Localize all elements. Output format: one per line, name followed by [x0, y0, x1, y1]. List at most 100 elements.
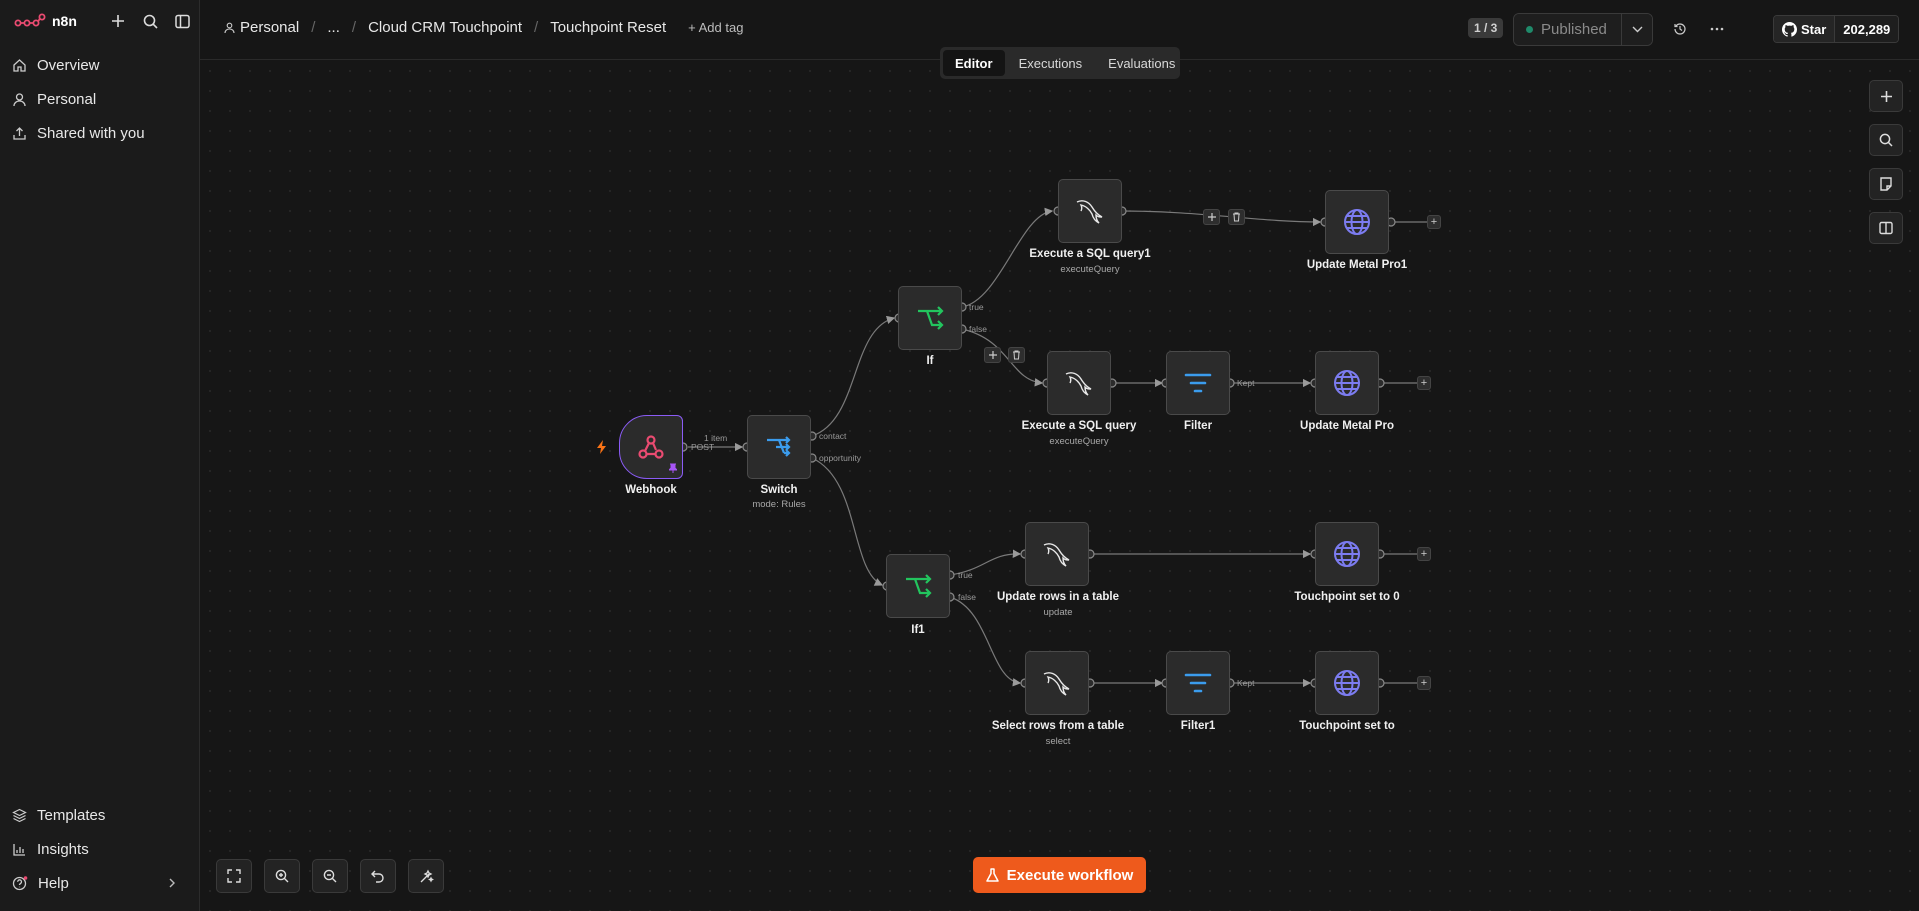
logo[interactable]: n8n: [14, 10, 77, 32]
node-update-rows[interactable]: [1025, 522, 1089, 586]
tab-evaluations[interactable]: Evaluations: [1096, 50, 1187, 76]
tab-editor[interactable]: Editor: [943, 50, 1005, 76]
magic-wand-icon: [420, 869, 434, 882]
github-star-button[interactable]: Star: [1774, 16, 1836, 42]
workflow-name[interactable]: Touchpoint Reset: [550, 19, 666, 36]
globe-icon: [1334, 370, 1360, 396]
github-star-widget[interactable]: Star 202,289: [1773, 15, 1900, 43]
view-tabs: Editor Executions Evaluations: [940, 47, 1180, 79]
publish-button[interactable]: Published: [1514, 14, 1621, 45]
add-node-panel-button[interactable]: [1869, 80, 1903, 112]
undo-icon: [371, 870, 384, 883]
github-icon: [1782, 21, 1797, 37]
history-button[interactable]: [1667, 17, 1693, 41]
status-dot: [1526, 26, 1533, 33]
sidebar-item-label: Insights: [37, 840, 89, 858]
node-if1[interactable]: [886, 554, 950, 618]
sidebar-item-label: Help: [38, 874, 69, 892]
toggle-panel-button[interactable]: [1869, 212, 1903, 244]
sidebar-item-label: Templates: [37, 806, 106, 824]
webhook-icon: [638, 435, 664, 459]
node-label: Switch: [760, 484, 798, 496]
globe-icon: [1334, 670, 1360, 696]
node-filter1[interactable]: [1166, 651, 1230, 715]
node-if[interactable]: [898, 286, 962, 350]
mysql-dolphin-icon: [1076, 200, 1103, 224]
chevron-down-icon: [1632, 26, 1642, 33]
user-icon: [224, 22, 235, 33]
add-node-button[interactable]: +: [1427, 215, 1441, 229]
node-execute-sql-query[interactable]: [1047, 351, 1111, 415]
sidebar-item-insights[interactable]: Insights: [12, 835, 89, 863]
zoom-out-button[interactable]: [312, 859, 348, 893]
search-button[interactable]: [137, 9, 163, 33]
sidebar-item-label: Shared with you: [37, 124, 145, 142]
node-switch[interactable]: [747, 415, 811, 479]
fit-view-button[interactable]: [216, 859, 252, 893]
node-subtitle: select: [1045, 736, 1071, 747]
filter-icon: [1184, 673, 1212, 693]
sidebar-item-templates[interactable]: Templates: [12, 801, 105, 829]
breadcrumb-separator: /: [534, 19, 539, 36]
globe-icon: [1334, 541, 1360, 567]
breadcrumb-folder[interactable]: Cloud CRM Touchpoint: [368, 19, 522, 36]
version-badge[interactable]: 1 / 3: [1468, 18, 1504, 38]
node-subtitle: mode: Rules: [752, 499, 806, 510]
tab-executions[interactable]: Executions: [1007, 50, 1095, 76]
node-touchpoint-set-to-0[interactable]: [1315, 522, 1379, 586]
node-subtitle: executeQuery: [1049, 436, 1109, 447]
delete-connection-button[interactable]: [1228, 209, 1245, 225]
sidebar-item-overview[interactable]: Overview: [12, 51, 100, 79]
switch-icon: [767, 436, 791, 457]
node-update-metal-pro[interactable]: [1315, 351, 1379, 415]
port-label: POST: [691, 442, 715, 452]
sidebar-item-personal[interactable]: Personal: [12, 85, 96, 113]
add-tag-button[interactable]: + Add tag: [688, 20, 743, 35]
node-label: Update Metal Pro1: [1306, 259, 1408, 271]
insert-node-button[interactable]: [984, 347, 1001, 363]
pin-icon: [669, 463, 677, 473]
templates-icon: [12, 808, 27, 822]
canvas-search-button[interactable]: [1869, 124, 1903, 156]
add-node-button[interactable]: +: [1417, 376, 1431, 390]
zoom-in-button[interactable]: [264, 859, 300, 893]
add-button[interactable]: [105, 9, 131, 33]
delete-connection-button[interactable]: [1008, 347, 1025, 363]
tidy-up-button[interactable]: [408, 859, 444, 893]
breadcrumb-ellipsis[interactable]: ...: [327, 19, 340, 36]
node-touchpoint-set-to[interactable]: [1315, 651, 1379, 715]
sidebar-item-help[interactable]: Help: [12, 869, 188, 897]
plus-icon: [988, 351, 997, 359]
node-label: Execute a SQL query1: [1029, 248, 1151, 260]
node-update-metal-pro1[interactable]: [1325, 190, 1389, 254]
publish-group: Published: [1513, 13, 1653, 46]
publish-dropdown-button[interactable]: [1621, 14, 1652, 45]
github-star-count[interactable]: 202,289: [1835, 16, 1899, 42]
more-options-button[interactable]: [1704, 17, 1730, 41]
execute-workflow-button[interactable]: Execute workflow: [973, 857, 1146, 893]
collapse-sidebar-button[interactable]: [169, 9, 195, 33]
insert-node-button[interactable]: [1203, 209, 1220, 225]
mysql-dolphin-icon: [1043, 672, 1070, 696]
plus-icon: [112, 15, 124, 27]
breadcrumb-personal[interactable]: Personal: [240, 19, 299, 36]
node-select-rows[interactable]: [1025, 651, 1089, 715]
node-filter[interactable]: [1166, 351, 1230, 415]
port-label: false: [969, 324, 987, 334]
trash-icon: [1013, 350, 1020, 360]
node-webhook[interactable]: [619, 415, 683, 479]
sidebar-toggle-icon: [174, 14, 190, 28]
panel-icon: [1879, 221, 1893, 235]
search-icon: [1879, 133, 1893, 147]
add-node-button[interactable]: +: [1417, 547, 1431, 561]
breadcrumb: Personal / ... / Cloud CRM Touchpoint / …: [224, 19, 743, 36]
node-execute-sql-query1[interactable]: [1058, 179, 1122, 243]
sticky-note-button[interactable]: [1869, 168, 1903, 200]
add-node-button[interactable]: +: [1417, 676, 1431, 690]
logo-text: n8n: [52, 13, 77, 29]
sticky-note-icon: [1880, 177, 1892, 191]
port-label: contact: [819, 431, 847, 441]
undo-button[interactable]: [360, 859, 396, 893]
node-label: If1: [911, 624, 925, 636]
sidebar-item-shared[interactable]: Shared with you: [12, 119, 145, 147]
